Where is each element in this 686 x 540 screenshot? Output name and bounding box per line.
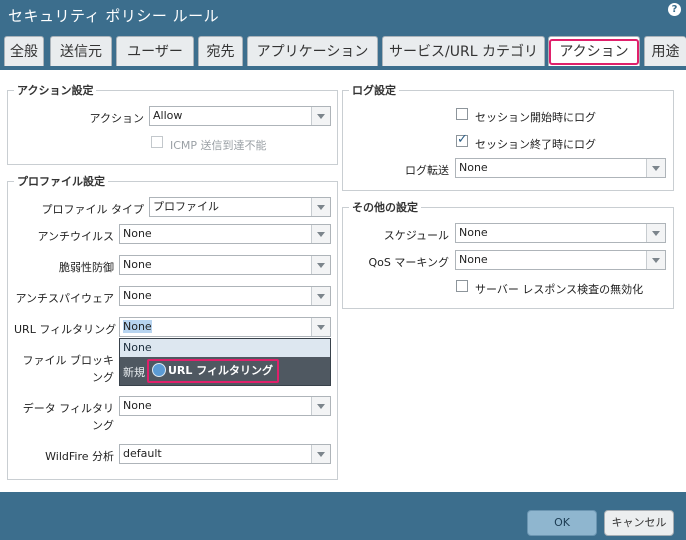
file-blocking-label-line1: ファイル ブロッキ [22,354,115,367]
url-filtering-dropdown: None 新規 URL フィルタリング [119,338,331,386]
tab-source[interactable]: 送信元 [50,36,112,66]
tab-bar: 全般 送信元 ユーザー 宛先 アプリケーション サービス/URL カテゴリ アク… [0,30,686,70]
chevron-down-icon [311,318,330,336]
chevron-down-icon [311,107,330,125]
disable-server-response-inspection-checkbox[interactable] [456,280,468,292]
wildfire-analysis-label: WildFire 分析 [45,450,114,463]
schedule-label: スケジュール [383,229,449,242]
chevron-down-icon [311,256,330,274]
qos-marking-label: QoS マーキング [368,256,449,269]
action-select-value: Allow [153,109,183,122]
log-at-session-start-checkbox[interactable] [456,108,468,120]
new-url-filtering-option[interactable]: URL フィルタリング [147,359,280,383]
dropdown-new-label: 新規 [123,366,145,379]
log-settings-legend: ログ設定 [352,84,396,97]
url-filtering-profile-icon [152,363,166,377]
dialog-footer: OK キャンセル [0,492,686,540]
profile-type-label: プロファイル タイプ [41,203,145,216]
log-at-session-end-checkbox[interactable] [456,132,468,147]
tab-usage-label: 用途 [651,44,680,60]
chevron-down-icon [311,397,330,415]
chevron-down-icon [646,224,665,242]
chevron-down-icon [311,445,330,463]
data-filtering-label-line2: ング [92,419,114,432]
dropdown-new-row: 新規 URL フィルタリング [120,357,330,385]
chevron-down-icon [311,287,330,305]
wildfire-analysis-value: default [123,447,162,460]
tab-user[interactable]: ユーザー [116,36,194,66]
profile-settings-legend: プロファイル設定 [17,175,105,188]
tab-service-url[interactable]: サービス/URL カテゴリ [382,36,545,66]
tab-source-label: 送信元 [60,44,102,60]
tab-application-label: アプリケーション [256,44,369,60]
tab-general[interactable]: 全般 [4,36,44,66]
ok-button[interactable]: OK [527,510,597,536]
qos-marking-value: None [459,253,488,266]
chevron-down-icon [311,198,330,216]
schedule-select[interactable]: None [455,223,666,243]
log-forwarding-select[interactable]: None [455,158,666,178]
tab-destination[interactable]: 宛先 [198,36,243,66]
antivirus-value: None [123,227,152,240]
chevron-down-icon [646,159,665,177]
qos-marking-select[interactable]: None [455,250,666,270]
icmp-unreachable-label: ICMP 送信到達不能 [170,139,267,152]
tab-actions-label: アクション [549,39,639,65]
tab-actions[interactable]: アクション [548,36,640,66]
antispyware-select[interactable]: None [119,286,331,306]
tab-general-label: 全般 [10,44,38,60]
icmp-unreachable-checkbox[interactable] [151,136,163,148]
dropdown-option-none[interactable]: None [120,339,330,357]
tab-service-url-label: サービス/URL カテゴリ [389,44,538,60]
profile-type-select[interactable]: プロファイル [149,197,331,217]
antivirus-label: アンチウイルス [37,230,114,243]
new-url-filtering-label: URL フィルタリング [168,364,274,377]
disable-server-response-inspection-label: サーバー レスポンス検査の無効化 [475,283,644,296]
cancel-button[interactable]: キャンセル [604,510,674,536]
tab-usage[interactable]: 用途 [644,36,686,66]
chevron-down-icon [646,251,665,269]
antivirus-select[interactable]: None [119,224,331,244]
data-filtering-label-line1: データ フィルタリ [22,402,114,415]
vulnerability-protection-label: 脆弱性防御 [59,261,114,274]
vulnerability-protection-select[interactable]: None [119,255,331,275]
url-filtering-label: URL フィルタリング [14,323,117,336]
action-settings-legend: アクション設定 [17,84,94,97]
action-select[interactable]: Allow [149,106,331,126]
log-forwarding-value: None [459,161,488,174]
help-icon[interactable]: ? [668,3,681,16]
action-label: アクション [89,112,144,125]
schedule-value: None [459,226,488,239]
antispyware-label: アンチスパイウェア [15,292,114,305]
data-filtering-value: None [123,399,152,412]
file-blocking-label-line2: ング [92,371,114,384]
url-filtering-value: None [123,320,152,333]
tab-destination-label: 宛先 [206,44,235,60]
log-at-session-start-label: セッション開始時にログ [475,111,596,124]
profile-type-value: プロファイル [153,200,219,213]
chevron-down-icon [311,225,330,243]
other-settings-legend: その他の設定 [352,201,418,214]
log-forwarding-label: ログ転送 [405,164,449,177]
tab-application[interactable]: アプリケーション [247,36,378,66]
vulnerability-protection-value: None [123,258,152,271]
data-filtering-select[interactable]: None [119,396,331,416]
wildfire-analysis-select[interactable]: default [119,444,331,464]
log-at-session-end-label: セッション終了時にログ [475,138,596,151]
dialog-title: セキュリティ ポリシー ルール [8,7,220,25]
url-filtering-select[interactable]: None [119,317,331,337]
antispyware-value: None [123,289,152,302]
tab-user-label: ユーザー [127,44,183,60]
dialog-titlebar: セキュリティ ポリシー ルール ? [0,0,686,30]
